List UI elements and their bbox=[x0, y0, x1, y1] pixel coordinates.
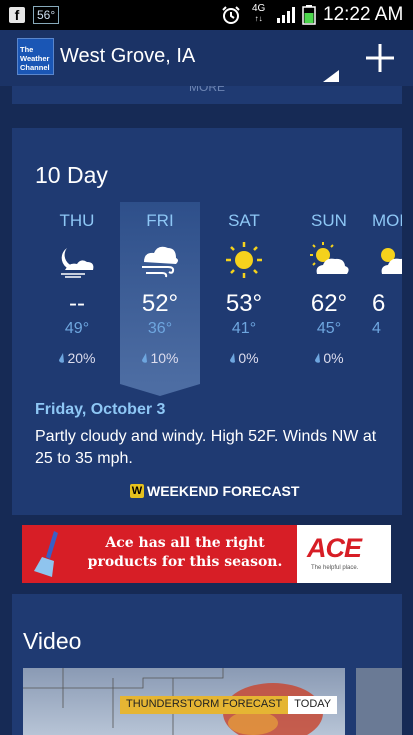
more-link[interactable]: MORE bbox=[12, 86, 402, 104]
day-precip-chance: 10% bbox=[120, 350, 200, 366]
raindrop-icon bbox=[142, 353, 148, 363]
clock: 12:22 AM bbox=[323, 4, 404, 25]
raindrop-icon bbox=[59, 353, 65, 363]
selected-day-date: Friday, October 3 bbox=[35, 401, 166, 418]
weekend-forecast-label: WEEKEND FORECAST bbox=[147, 483, 300, 499]
forecast-day-thu[interactable]: THU -- 49° 20% bbox=[37, 202, 117, 366]
temperature-notification-badge: 56° bbox=[33, 6, 60, 24]
day-name: FRI bbox=[146, 211, 174, 230]
forecast-day-mon[interactable]: MON 6 4 bbox=[372, 202, 402, 338]
location-dropdown-indicator-icon[interactable] bbox=[323, 70, 339, 82]
day-precip-chance: 20% bbox=[37, 350, 117, 366]
raindrop-icon bbox=[230, 353, 236, 363]
day-name: THU bbox=[59, 211, 95, 230]
day-high-temp: -- bbox=[69, 290, 85, 317]
add-location-button[interactable] bbox=[362, 40, 398, 76]
ace-tagline: The helpful place. bbox=[311, 565, 359, 571]
weekend-icon: W bbox=[130, 484, 144, 498]
day-precip-chance: 0% bbox=[289, 350, 369, 366]
day-low-temp: 4 bbox=[372, 320, 381, 337]
location-selector[interactable]: West Grove, IA bbox=[60, 45, 195, 68]
alarm-clock-icon bbox=[222, 6, 240, 24]
day-low-temp: 45° bbox=[316, 320, 342, 337]
cloudy-windy-icon bbox=[142, 246, 178, 278]
day-name: MON bbox=[372, 211, 402, 230]
day-high-temp: 53° bbox=[225, 290, 263, 317]
raindrop-icon bbox=[315, 353, 321, 363]
ace-logo: ACE bbox=[307, 533, 362, 563]
weather-channel-logo: The Weather Channel bbox=[17, 38, 54, 75]
forecast-day-clip: MON 6 4 bbox=[372, 128, 402, 428]
day-high-temp: 52° bbox=[141, 290, 179, 317]
status-bar: f 56° 4G ↑↓ 12:22 AM bbox=[0, 0, 413, 30]
day-precip-chance: 0% bbox=[204, 350, 284, 366]
facebook-notification-icon: f bbox=[9, 7, 25, 23]
partly-cloudy-icon bbox=[381, 248, 402, 274]
day-low-temp: 36° bbox=[147, 320, 173, 337]
ad-copy: Ace has all the right products for this … bbox=[87, 535, 283, 570]
app-header: The Weather Channel West Grove, IA bbox=[0, 30, 413, 86]
day-high-temp: 6 bbox=[372, 290, 386, 317]
video-card: Video THUNDERSTORM FORECAST TODAY bbox=[12, 594, 402, 735]
forecast-title: 10 Day bbox=[35, 162, 108, 188]
ice-scraper-icon bbox=[34, 531, 58, 577]
day-high-temp: 62° bbox=[310, 290, 348, 317]
signal-strength-icon bbox=[277, 7, 295, 23]
day-low-temp: 41° bbox=[231, 320, 257, 337]
next-video-thumbnail[interactable] bbox=[356, 668, 402, 735]
forecast-day-fri[interactable]: FRI 52° 36° 10% bbox=[120, 202, 200, 396]
ad-logo-area: ACE The helpful place. bbox=[297, 525, 391, 583]
day-low-temp: 49° bbox=[64, 320, 90, 337]
video-section-title: Video bbox=[23, 628, 82, 654]
ace-hardware-ad-banner[interactable]: Ace has all the right products for this … bbox=[22, 525, 391, 583]
partly-cloudy-icon bbox=[310, 242, 349, 274]
forecast-day-sun[interactable]: SUN 62° 45° 0% bbox=[289, 202, 369, 366]
night-cloudy-windy-icon bbox=[61, 248, 94, 278]
day-name: SUN bbox=[311, 211, 347, 230]
video-thumbnail[interactable]: THUNDERSTORM FORECAST TODAY bbox=[23, 668, 345, 735]
day-name: SAT bbox=[228, 211, 260, 230]
video-thumbnail-label: THUNDERSTORM FORECAST TODAY bbox=[120, 696, 338, 714]
forecast-day-sat[interactable]: SAT 53° 41° 0% bbox=[204, 202, 284, 366]
selected-day-narrative: Partly cloudy and windy. High 52F. Winds… bbox=[35, 428, 377, 467]
sunny-icon bbox=[226, 242, 262, 278]
weekend-forecast-link[interactable]: W WEEKEND FORECAST bbox=[130, 483, 299, 499]
network-type-indicator: 4G ↑↓ bbox=[252, 3, 266, 24]
battery-icon bbox=[302, 5, 316, 25]
ten-day-forecast-card: 10 Day THU -- 49° 20% FRI 52° 36° 10% SA… bbox=[12, 128, 402, 515]
